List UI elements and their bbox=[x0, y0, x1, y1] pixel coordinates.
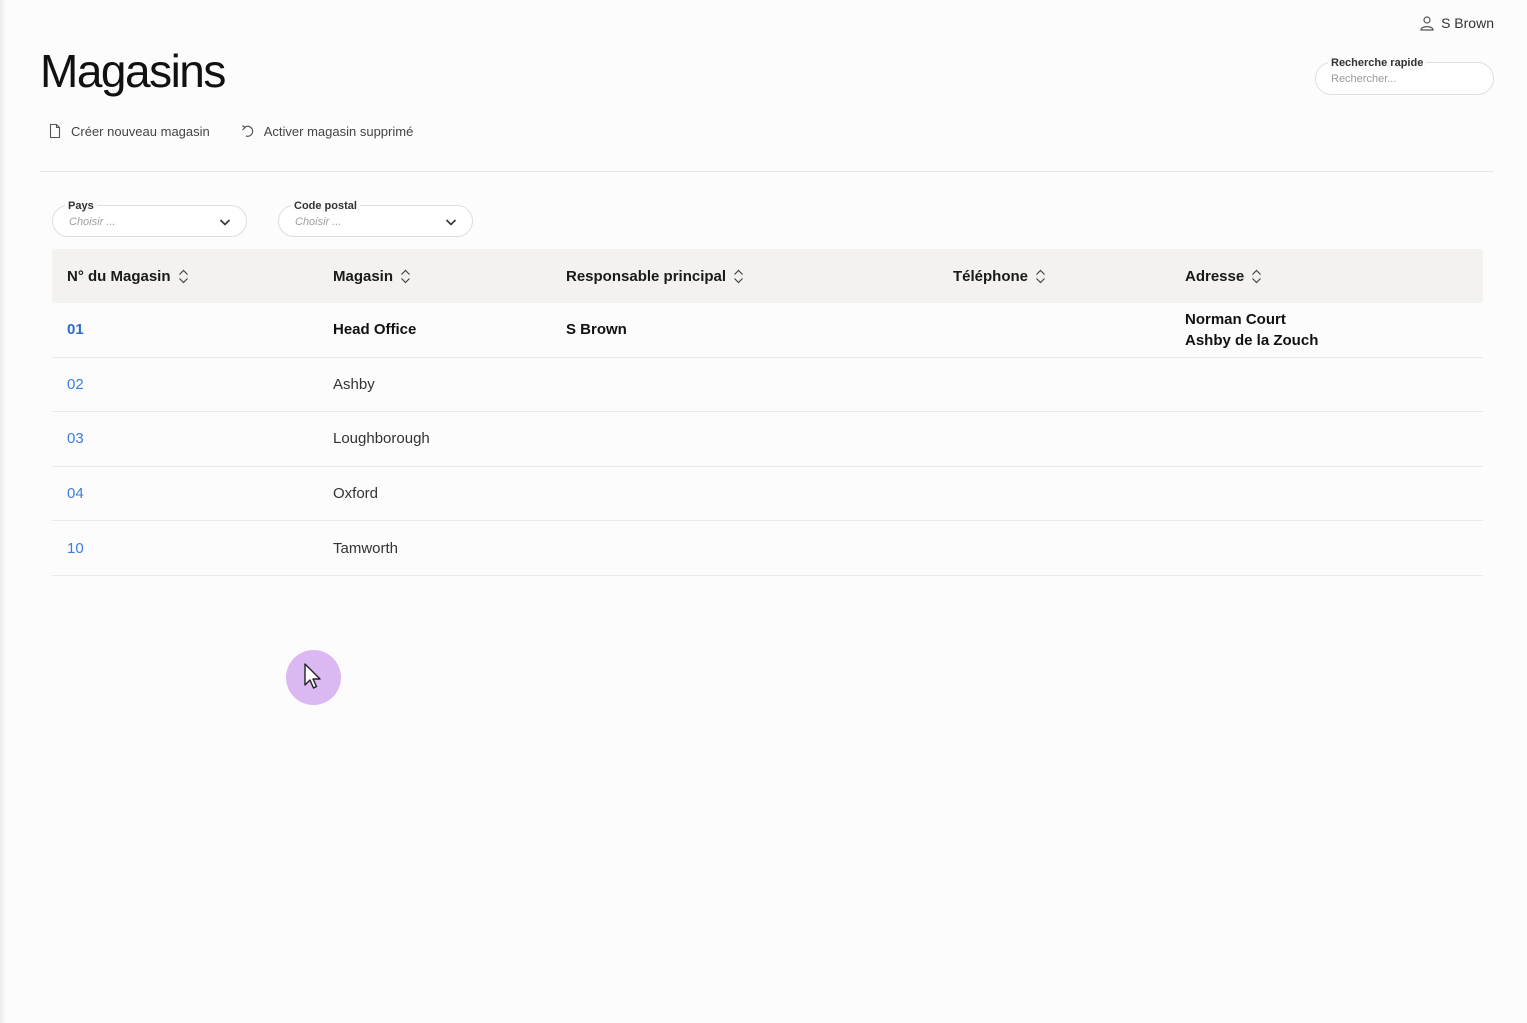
postcode-filter-label: Code postal bbox=[291, 200, 360, 212]
column-header-store[interactable]: Magasin bbox=[333, 268, 566, 285]
column-header-label: Responsable principal bbox=[566, 267, 727, 285]
store-address: Norman Court Ashby de la Zouch bbox=[1185, 309, 1483, 351]
quick-search-label: Recherche rapide bbox=[1328, 57, 1427, 69]
address-line-2: Ashby de la Zouch bbox=[1185, 331, 1319, 349]
sort-icon bbox=[1036, 269, 1045, 283]
divider bbox=[40, 171, 1494, 172]
chevron-down-icon bbox=[445, 219, 457, 226]
column-header-label: N° du Magasin bbox=[67, 267, 171, 285]
column-header-address[interactable]: Adresse bbox=[1185, 268, 1483, 285]
mouse-pointer-icon bbox=[304, 663, 321, 689]
sort-icon bbox=[734, 269, 743, 283]
store-number-link[interactable]: 04 bbox=[67, 485, 84, 502]
page-title: Magasins bbox=[40, 45, 226, 97]
store-name: Tamworth bbox=[333, 539, 399, 557]
address-line-1: Norman Court bbox=[1185, 310, 1286, 328]
country-filter[interactable]: Pays Choisir ... bbox=[52, 200, 247, 237]
postcode-filter-value: Choisir ... bbox=[295, 216, 342, 228]
user-icon bbox=[1420, 16, 1434, 31]
create-store-label: Créer nouveau magasin bbox=[71, 123, 210, 139]
undo-icon bbox=[241, 125, 253, 137]
table-row[interactable]: 10 Tamworth bbox=[52, 521, 1483, 576]
store-number-link[interactable]: 01 bbox=[67, 321, 84, 338]
store-name: Head Office bbox=[333, 321, 417, 339]
chevron-down-icon bbox=[219, 219, 231, 226]
cursor-highlight bbox=[286, 650, 341, 705]
sort-icon bbox=[401, 269, 410, 283]
country-filter-label: Pays bbox=[65, 200, 97, 212]
postcode-filter[interactable]: Code postal Choisir ... bbox=[278, 200, 473, 237]
column-header-manager[interactable]: Responsable principal bbox=[566, 268, 953, 285]
window-edge bbox=[0, 0, 6, 1023]
user-name: S Brown bbox=[1441, 15, 1494, 31]
toolbar: Créer nouveau magasin Activer magasin su… bbox=[47, 123, 413, 139]
sort-icon bbox=[178, 269, 188, 283]
column-header-number[interactable]: N° du Magasin bbox=[52, 268, 333, 285]
create-store-button[interactable]: Créer nouveau magasin bbox=[47, 123, 210, 139]
user-menu[interactable]: S Brown bbox=[1419, 15, 1494, 31]
table-row[interactable]: 02 Ashby bbox=[52, 358, 1483, 413]
search-input[interactable] bbox=[1331, 73, 1481, 85]
store-name: Ashby bbox=[333, 375, 375, 393]
quick-search[interactable]: Recherche rapide bbox=[1315, 57, 1494, 95]
restore-store-label: Activer magasin supprimé bbox=[263, 123, 414, 139]
column-header-label: Adresse bbox=[1185, 267, 1245, 285]
store-number-link[interactable]: 10 bbox=[67, 540, 84, 557]
restore-store-button[interactable]: Activer magasin supprimé bbox=[240, 123, 414, 139]
store-manager: S Brown bbox=[566, 321, 627, 339]
sort-icon bbox=[1252, 269, 1262, 283]
store-number-link[interactable]: 03 bbox=[67, 430, 84, 447]
store-name: Oxford bbox=[333, 485, 379, 503]
country-filter-value: Choisir ... bbox=[69, 216, 116, 228]
store-name: Loughborough bbox=[333, 430, 430, 448]
document-icon bbox=[49, 123, 61, 139]
table-row[interactable]: 04 Oxford bbox=[52, 467, 1483, 522]
store-number-link[interactable]: 02 bbox=[67, 376, 84, 393]
table-header: N° du Magasin Magasin Responsable princi… bbox=[52, 249, 1483, 303]
table-row[interactable]: 01 Head Office S Brown Norman Court Ashb… bbox=[52, 303, 1483, 358]
column-header-label: Magasin bbox=[333, 267, 394, 285]
column-header-label: Téléphone bbox=[953, 267, 1029, 285]
stores-table: N° du Magasin Magasin Responsable princi… bbox=[52, 249, 1483, 576]
column-header-phone[interactable]: Téléphone bbox=[953, 268, 1185, 285]
table-row[interactable]: 03 Loughborough bbox=[52, 412, 1483, 467]
